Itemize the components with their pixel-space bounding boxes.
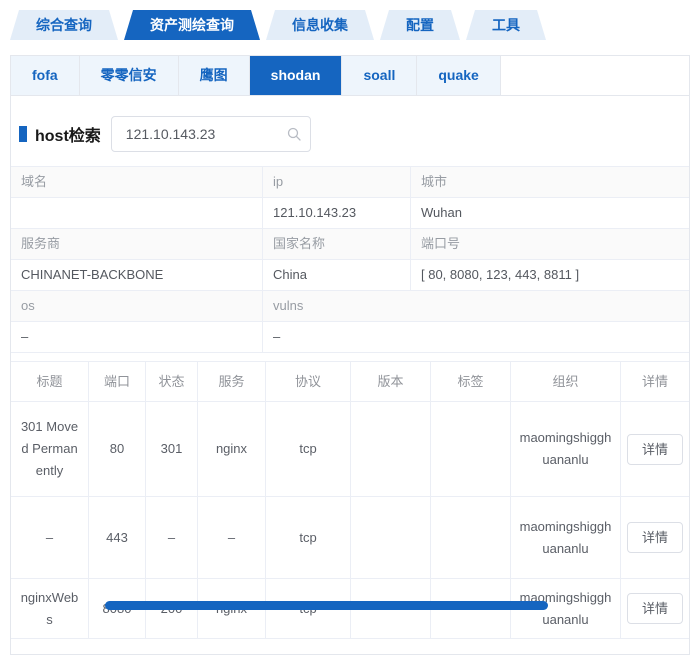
info-value-domain	[11, 198, 263, 229]
section-marker	[19, 126, 27, 142]
info-value-city: Wuhan	[411, 198, 689, 229]
cell-title: nginxWebs	[11, 579, 89, 639]
info-label-domain: 域名	[11, 167, 263, 198]
host-search-section: host检索	[11, 96, 689, 166]
info-label-ip: ip	[263, 167, 411, 198]
col-header-version: 版本	[351, 362, 431, 402]
engine-tab-yingtu[interactable]: 鹰图	[178, 56, 250, 95]
detail-button[interactable]: 详情	[627, 433, 684, 465]
info-value-isp: CHINANET-BACKBONE	[11, 260, 263, 291]
cell-port: 443	[89, 497, 146, 579]
table-row: – 443 – – tcp maomingshigghuananlu 详情	[11, 497, 689, 579]
cell-service: nginx	[198, 402, 266, 497]
top-tab-comprehensive-query[interactable]: 综合查询	[10, 10, 118, 40]
ports-table-header: 标题 端口 状态 服务 协议 版本 标签 组织 详情	[11, 362, 689, 402]
table-row: 301 Moved Permanently 80 301 nginx tcp m…	[11, 402, 689, 497]
info-label-country: 国家名称	[263, 229, 411, 260]
cell-org: maomingshigghuananlu	[511, 497, 621, 579]
cell-protocol: tcp	[266, 402, 351, 497]
cell-tags	[431, 497, 511, 579]
col-header-service: 服务	[198, 362, 266, 402]
cell-detail: 详情	[621, 579, 689, 639]
top-tab-info-collection[interactable]: 信息收集	[266, 10, 374, 40]
top-tab-bar: 综合查询 资产测绘查询 信息收集 配置 工具	[10, 10, 700, 40]
info-value-country: China	[263, 260, 411, 291]
cell-status: –	[146, 497, 198, 579]
cell-org: maomingshigghuananlu	[511, 402, 621, 497]
info-label-ports: 端口号	[411, 229, 689, 260]
cell-detail: 详情	[621, 497, 689, 579]
detail-button[interactable]: 详情	[627, 593, 684, 624]
engine-tab-shodan[interactable]: shodan	[249, 56, 343, 95]
info-label-os: os	[11, 291, 263, 322]
asset-mapping-card: fofa 零零信安 鹰图 shodan soall quake host检索 域…	[10, 55, 690, 655]
host-info-grid: 域名 ip 城市 121.10.143.23 Wuhan 服务商 国家名称 端口…	[11, 166, 689, 353]
host-search-input[interactable]	[110, 116, 311, 152]
col-header-status: 状态	[146, 362, 198, 402]
cell-detail: 详情	[621, 402, 689, 497]
col-header-org: 组织	[511, 362, 621, 402]
col-header-tags: 标签	[431, 362, 511, 402]
cell-service: –	[198, 497, 266, 579]
engine-tab-lingling-xinan[interactable]: 零零信安	[79, 56, 179, 95]
info-value-ip: 121.10.143.23	[263, 198, 411, 229]
info-value-os: –	[11, 322, 263, 353]
ports-table: 标题 端口 状态 服务 协议 版本 标签 组织 详情 301 Moved Per…	[11, 361, 689, 639]
engine-tab-quake[interactable]: quake	[417, 56, 501, 95]
col-header-title: 标题	[11, 362, 89, 402]
info-label-city: 城市	[411, 167, 689, 198]
engine-tab-bar: fofa 零零信安 鹰图 shodan soall quake	[11, 56, 689, 96]
cell-status: 301	[146, 402, 198, 497]
engine-tab-fofa[interactable]: fofa	[11, 56, 80, 95]
cell-version	[351, 402, 431, 497]
top-tab-config[interactable]: 配置	[380, 10, 460, 40]
host-search-input-wrap	[110, 116, 311, 152]
search-icon[interactable]	[287, 127, 301, 141]
col-header-detail: 详情	[621, 362, 689, 402]
section-title: host检索	[35, 128, 101, 145]
detail-button[interactable]: 详情	[627, 522, 684, 553]
info-value-vulns: –	[263, 322, 689, 353]
cell-protocol: tcp	[266, 497, 351, 579]
horizontal-scrollbar-thumb[interactable]	[105, 601, 548, 610]
col-header-port: 端口	[89, 362, 146, 402]
info-label-vulns: vulns	[263, 291, 689, 322]
info-label-isp: 服务商	[11, 229, 263, 260]
engine-tab-soall[interactable]: soall	[342, 56, 418, 95]
cell-port: 80	[89, 402, 146, 497]
col-header-protocol: 协议	[266, 362, 351, 402]
top-tab-tools[interactable]: 工具	[466, 10, 546, 40]
cell-tags	[431, 402, 511, 497]
cell-title: 301 Moved Permanently	[11, 402, 89, 497]
top-tab-asset-mapping-query[interactable]: 资产测绘查询	[124, 10, 260, 40]
info-value-ports: [ 80, 8080, 123, 443, 8811 ]	[411, 260, 689, 291]
cell-title: –	[11, 497, 89, 579]
cell-version	[351, 497, 431, 579]
